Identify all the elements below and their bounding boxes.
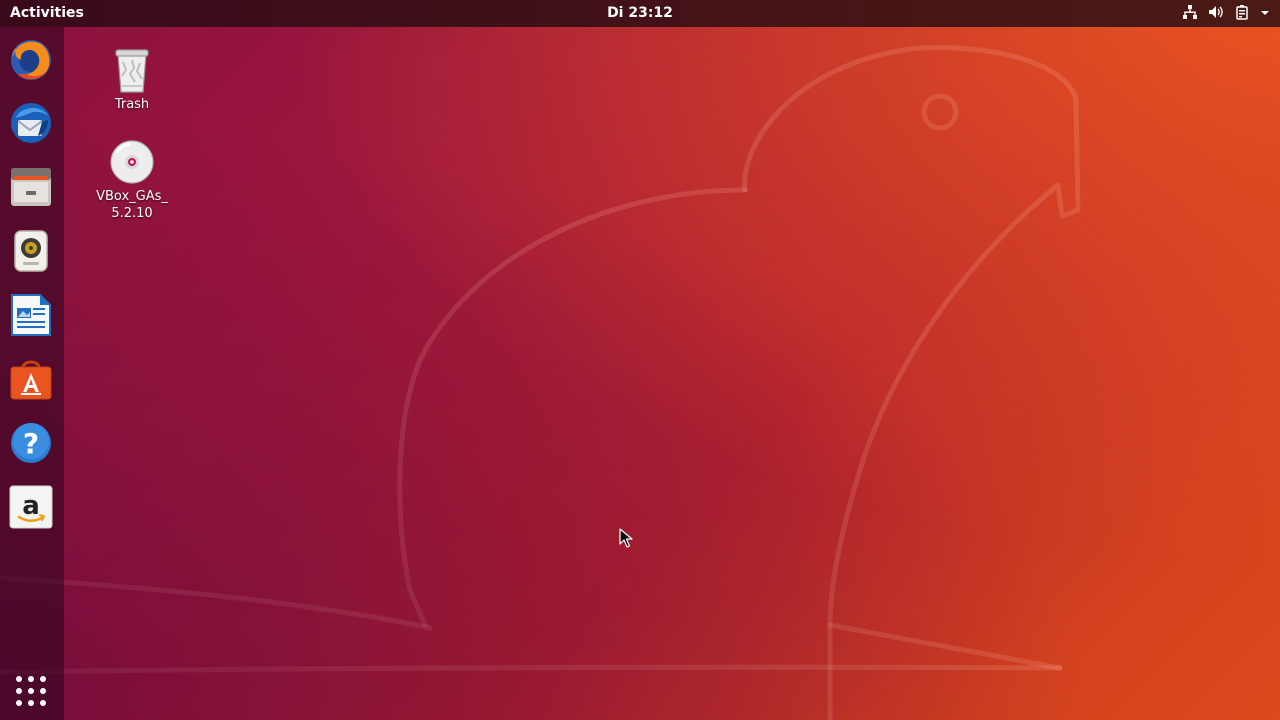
battery-icon [1234,4,1250,20]
firefox-icon [8,36,54,82]
clock-area: Di 23:12 [0,5,1280,21]
trash-icon [108,46,156,94]
desktop-icon-trash[interactable]: Trash [84,46,180,113]
help-icon: ? [8,420,54,466]
mouse-pointer [619,528,633,552]
show-applications-button[interactable] [13,673,49,709]
libreoffice-writer-icon [8,292,54,338]
dock: ? a [0,27,64,720]
menu-arrow-icon [1260,4,1270,20]
show-applications-icon [13,676,49,713]
dock-item-firefox[interactable] [8,36,54,82]
dock-item-libreoffice-writer[interactable] [8,292,54,338]
amazon-icon: a [8,484,54,530]
files-icon [8,164,54,210]
network-icon [1182,4,1198,20]
desktop-icon-vbox-guest-additions[interactable]: VBox_GAs_ 5.2.10 [84,138,180,222]
vbox-label-line2: 5.2.10 [111,206,153,221]
dock-item-files[interactable] [8,164,54,210]
svg-text:a: a [22,491,40,521]
rhythmbox-icon [8,228,54,274]
optical-disc-icon [108,138,156,186]
thunderbird-icon [8,100,54,146]
system-tray[interactable] [1182,4,1270,20]
wallpaper-beaver-art [0,45,1081,720]
dock-item-thunderbird[interactable] [8,100,54,146]
dock-item-amazon[interactable]: a [8,484,54,530]
activities-button[interactable]: Activities [10,5,84,21]
ubuntu-software-icon [8,356,54,402]
dock-item-ubuntu-software[interactable] [8,356,54,402]
trash-label: Trash [114,97,150,112]
volume-icon [1208,4,1224,20]
clock-button[interactable]: Di 23:12 [607,5,673,21]
desktop[interactable]: Activities Di 23:12 ? a Trash VBox_GAs_ … [0,0,1280,720]
dock-item-rhythmbox[interactable] [8,228,54,274]
top-bar: Activities Di 23:12 [0,0,1280,27]
dock-item-help[interactable]: ? [8,420,54,466]
svg-text:?: ? [23,427,39,460]
vbox-label-line1: VBox_GAs_ [96,189,168,204]
